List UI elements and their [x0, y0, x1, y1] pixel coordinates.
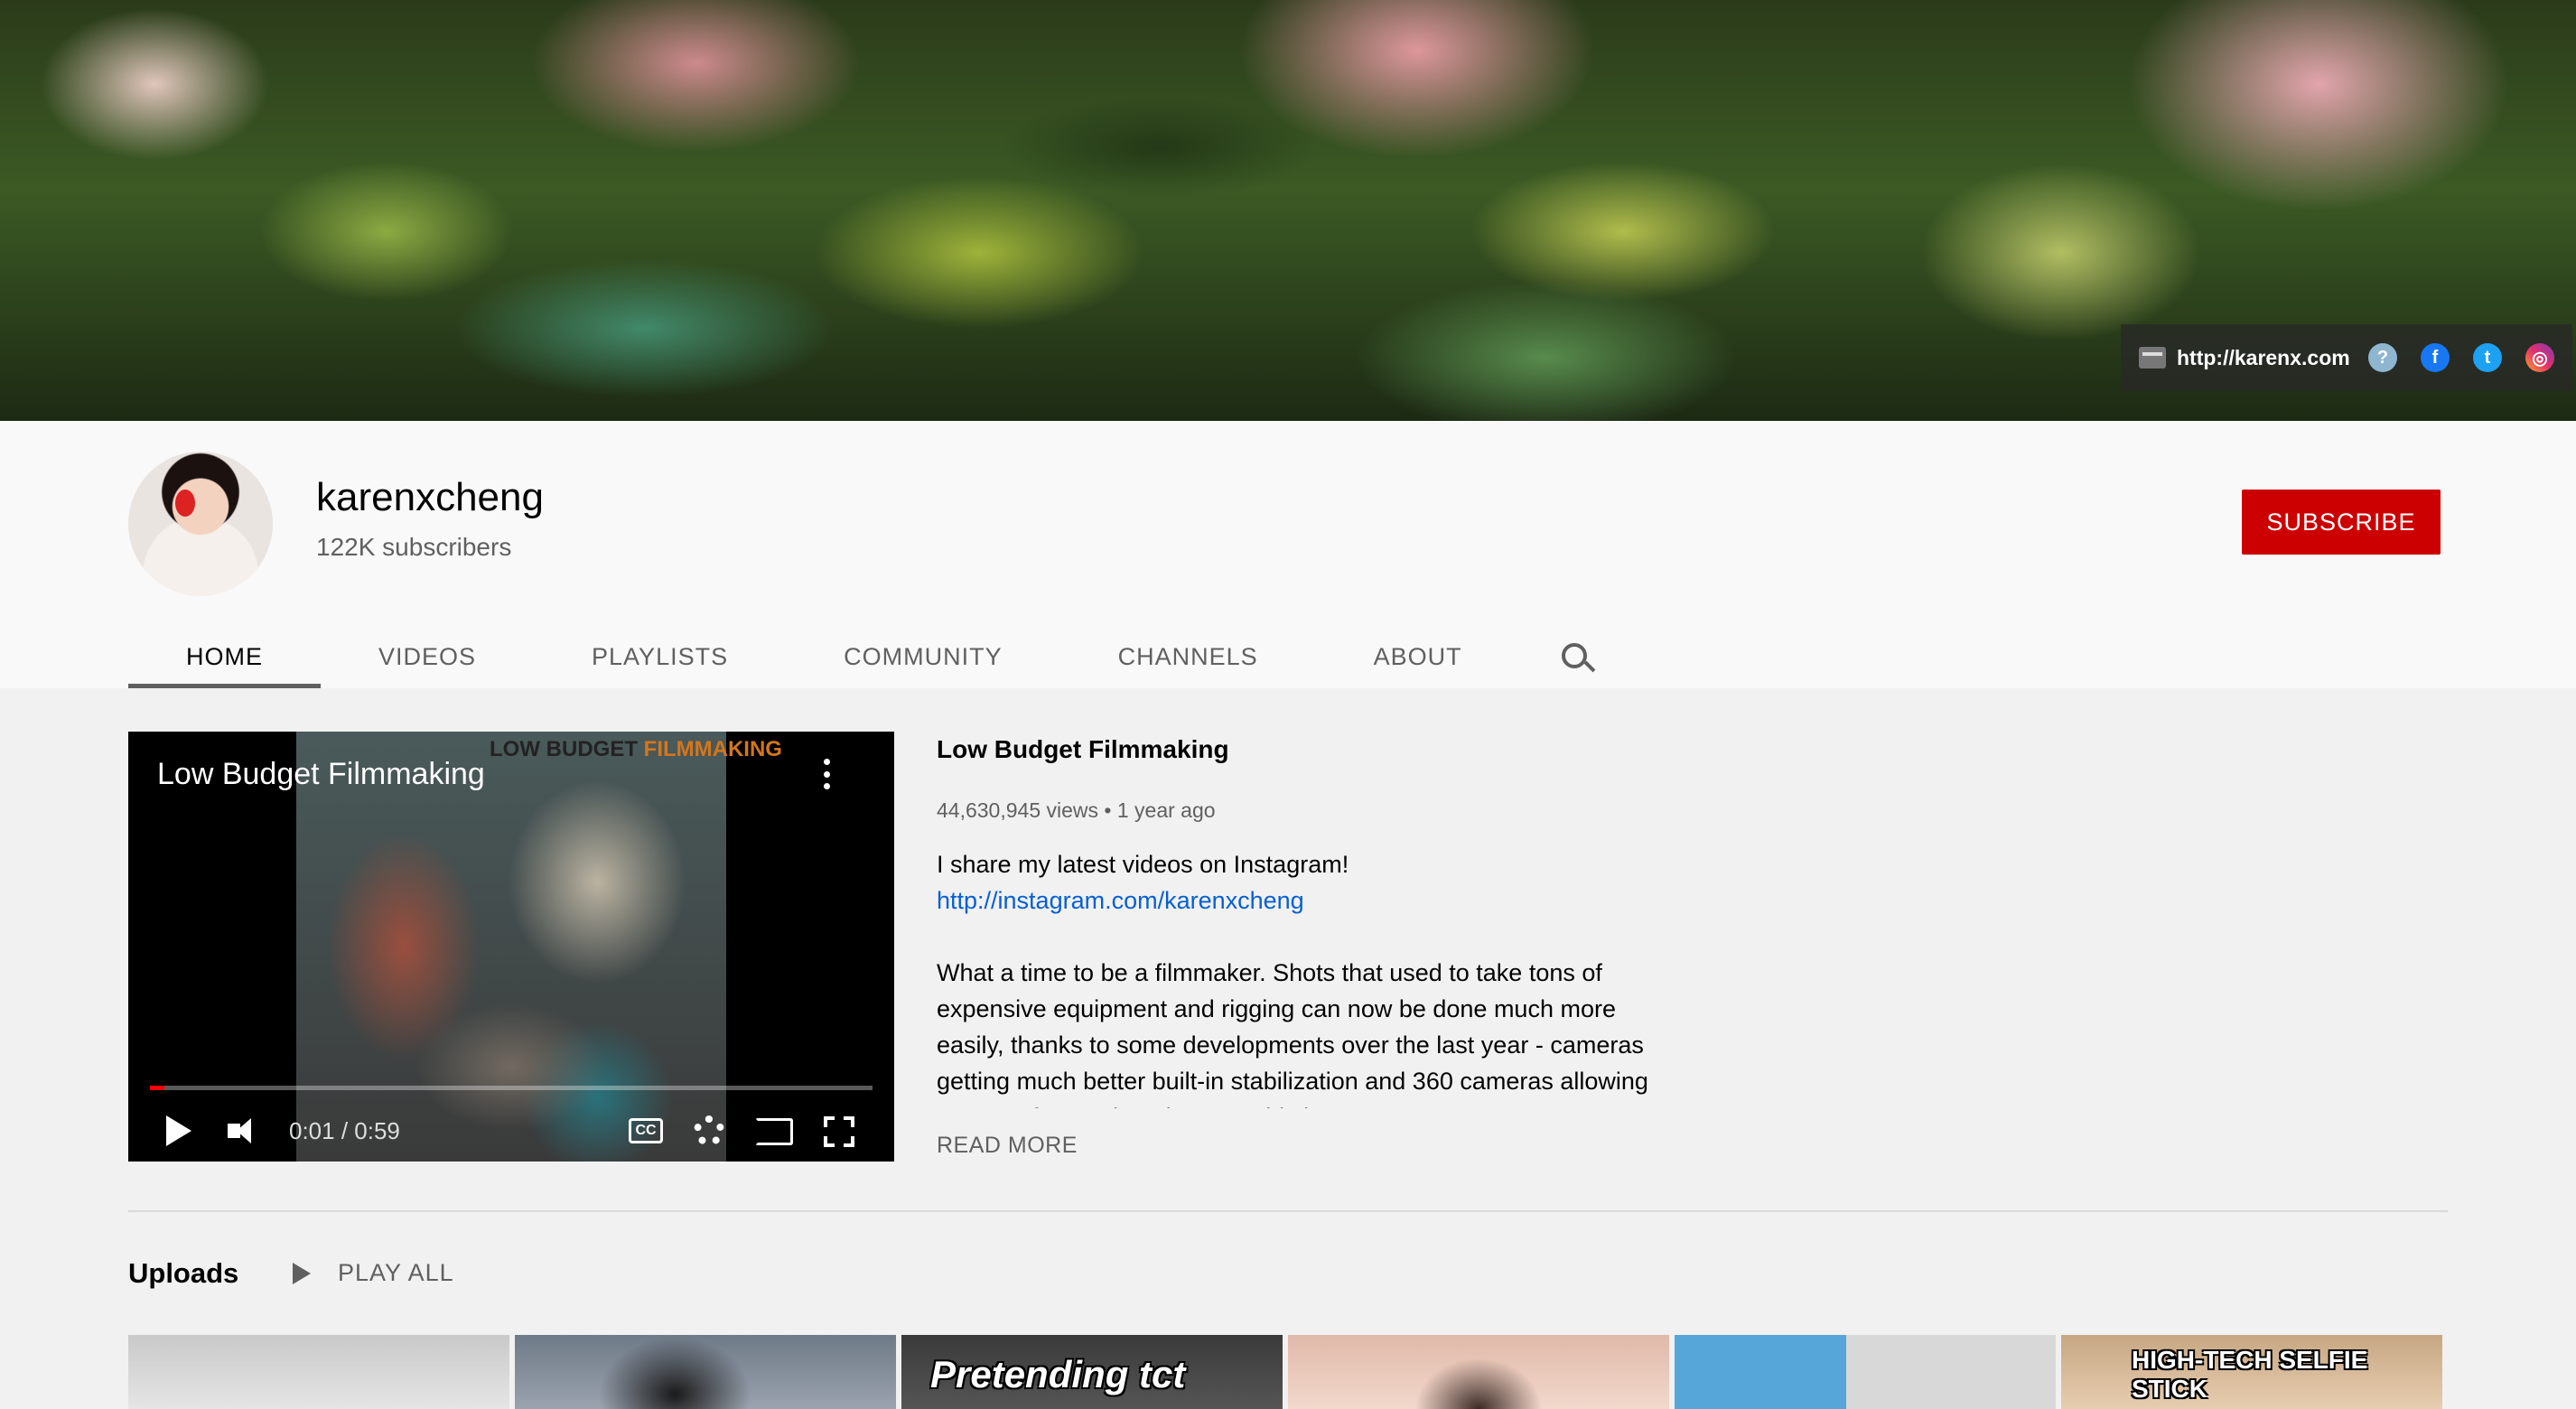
channel-tabs: HOME VIDEOS PLAYLISTS COMMUNITY CHANNELS… — [128, 620, 1596, 688]
instagram-icon[interactable]: ◎ — [2525, 343, 2554, 372]
tab-channels[interactable]: CHANNELS — [1060, 620, 1316, 688]
captions-icon[interactable]: CC — [629, 1118, 663, 1143]
read-more-button[interactable]: READ MORE — [937, 1133, 1078, 1159]
instagram-link[interactable]: http://instagram.com/karenxcheng — [937, 882, 1668, 919]
thumbnail-caption-orange: FILMMAKING — [643, 737, 782, 761]
progress-fill — [150, 1086, 164, 1090]
featured-video-description: I share my latest videos on Instagram! h… — [937, 846, 1668, 1108]
tab-playlists[interactable]: PLAYLISTS — [534, 620, 786, 688]
video-thumbnail[interactable]: HIGH-TECH SELFIE STICK — [2061, 1335, 2442, 1409]
headphones-graphic — [175, 490, 195, 517]
description-line: I share my latest videos on Instagram! — [937, 851, 1349, 878]
featured-video-title[interactable]: Low Budget Filmmaking — [937, 735, 1668, 764]
video-thumbnail[interactable] — [515, 1335, 896, 1409]
fullscreen-icon[interactable] — [824, 1116, 854, 1147]
description-gap — [937, 919, 1668, 955]
thumbnail-caption: LOW BUDGET FILMMAKING — [490, 737, 782, 762]
twitter-icon[interactable]: t — [2473, 343, 2502, 372]
time-display: 0:01 / 0:59 — [289, 1116, 400, 1144]
channel-header: karenxcheng 122K subscribers SUBSCRIBE H… — [0, 421, 2576, 688]
video-frame — [296, 732, 726, 1162]
channel-banner: http://karenx.com ? f t ◎ — [0, 0, 2576, 421]
facebook-icon[interactable]: f — [2421, 343, 2450, 372]
play-all-button[interactable]: PLAY ALL — [293, 1259, 454, 1287]
subscriber-count: 122K subscribers — [316, 533, 512, 561]
thumbnail-caption-dark: LOW BUDGET — [490, 737, 638, 761]
featured-video-player[interactable]: LOW BUDGET FILMMAKING Low Budget Filmmak… — [128, 732, 894, 1162]
play-icon[interactable] — [166, 1115, 191, 1146]
channel-name: karenxcheng — [316, 475, 544, 519]
video-thumbnail[interactable]: Pretending tct — [901, 1335, 1283, 1409]
website-link[interactable]: http://karenx.com — [2139, 346, 2350, 370]
video-thumbnail[interactable] — [128, 1335, 509, 1409]
search-icon[interactable] — [1556, 620, 1596, 688]
thumbnail-text: Pretending tct — [930, 1353, 1186, 1395]
video-thumbnail[interactable] — [1675, 1335, 2056, 1409]
player-title[interactable]: Low Budget Filmmaking — [157, 757, 485, 792]
thumbnail-text: HIGH-TECH SELFIE STICK — [2132, 1346, 2368, 1403]
website-link-text[interactable]: http://karenx.com — [2177, 346, 2350, 370]
social-links: ? f t ◎ — [2368, 343, 2554, 372]
progress-bar[interactable] — [150, 1086, 873, 1090]
tab-videos[interactable]: VIDEOS — [321, 620, 534, 688]
description-body: What a time to be a filmmaker. Shots tha… — [937, 959, 1648, 1108]
settings-gear-icon[interactable] — [694, 1115, 724, 1146]
uploads-shelf: Pretending tct HIGH-TECH SELFIE STICK — [128, 1335, 2442, 1409]
featured-video-meta: 44,630,945 views • 1 year ago — [937, 798, 1216, 822]
section-divider — [128, 1210, 2448, 1212]
volume-icon[interactable] — [228, 1111, 264, 1151]
tab-community[interactable]: COMMUNITY — [786, 620, 1059, 688]
banner-links-bar: http://karenx.com ? f t ◎ — [2121, 324, 2572, 391]
tab-home[interactable]: HOME — [128, 620, 321, 688]
tab-about[interactable]: ABOUT — [1316, 620, 1520, 688]
more-options-icon[interactable] — [824, 759, 831, 789]
cast-icon[interactable] — [755, 1118, 793, 1145]
channel-avatar[interactable] — [128, 452, 273, 596]
uploads-heading[interactable]: Uploads — [128, 1257, 238, 1290]
play-all-icon — [293, 1262, 311, 1284]
video-thumbnail[interactable] — [1288, 1335, 1669, 1409]
featured-video-info: Low Budget Filmmaking 44,630,945 views •… — [937, 732, 1668, 1108]
play-all-label: PLAY ALL — [338, 1259, 454, 1286]
subscribe-button[interactable]: SUBSCRIBE — [2242, 490, 2441, 555]
website-favicon-icon — [2139, 347, 2166, 369]
quora-icon[interactable]: ? — [2368, 343, 2397, 372]
